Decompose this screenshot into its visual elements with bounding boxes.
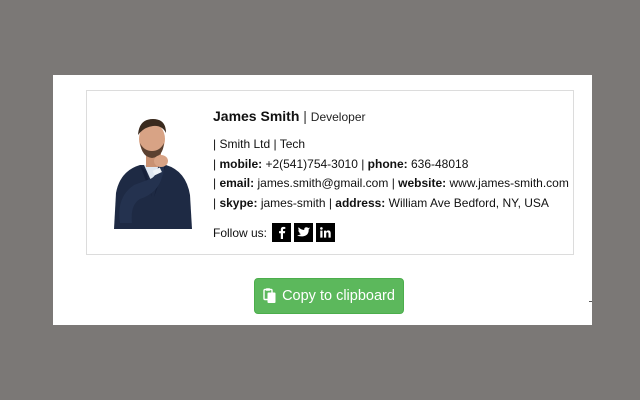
mobile-label: mobile: <box>219 156 263 171</box>
profile-photo <box>106 105 200 229</box>
linkedin-icon[interactable] <box>316 223 336 242</box>
phone-label: phone: <box>367 156 408 171</box>
cursor-mark <box>589 301 592 302</box>
skype-value: james-smith <box>257 195 329 210</box>
phone-value: 636-48018 <box>407 156 469 171</box>
facebook-icon[interactable] <box>272 223 292 242</box>
email-label: email: <box>219 176 255 190</box>
email-line: | email: james.smith@gmail.com | website… <box>213 174 569 194</box>
address-label: address: <box>335 195 386 210</box>
website-label: website: <box>398 176 447 190</box>
skype-address-line: | skype: james-smith | address: William … <box>213 194 563 214</box>
name-title-line: James Smith | Developer <box>213 106 563 127</box>
copy-to-clipboard-button[interactable]: Copy to clipboard <box>254 278 404 314</box>
name-title-separator: | <box>299 108 311 124</box>
copy-button-label: Copy to clipboard <box>282 288 395 304</box>
person-name: James Smith <box>213 108 300 124</box>
signature-details: James Smith | Developer | Smith Ltd | Te… <box>213 106 569 242</box>
phone-line: | mobile: +2(541)754-3010 | phone: 636-4… <box>213 155 563 175</box>
clipboard-icon <box>263 288 277 304</box>
company-line: | Smith Ltd | Tech <box>213 137 306 151</box>
follow-us-row: Follow us: <box>213 223 563 242</box>
email-value: james.smith@gmail.com <box>254 176 392 190</box>
twitter-icon[interactable] <box>294 223 314 242</box>
address-value: William Ave Bedford, NY, USA <box>385 195 549 210</box>
follow-us-label: Follow us: <box>213 225 268 240</box>
skype-label: skype: <box>219 195 258 210</box>
job-title: Developer <box>310 110 366 124</box>
email-signature-card: James Smith | Developer | Smith Ltd | Te… <box>86 90 574 255</box>
website-value: www.james-smith.com <box>446 176 569 190</box>
signature-preview-panel: James Smith | Developer | Smith Ltd | Te… <box>53 75 592 325</box>
mobile-value: +2(541)754-3010 <box>262 156 362 171</box>
